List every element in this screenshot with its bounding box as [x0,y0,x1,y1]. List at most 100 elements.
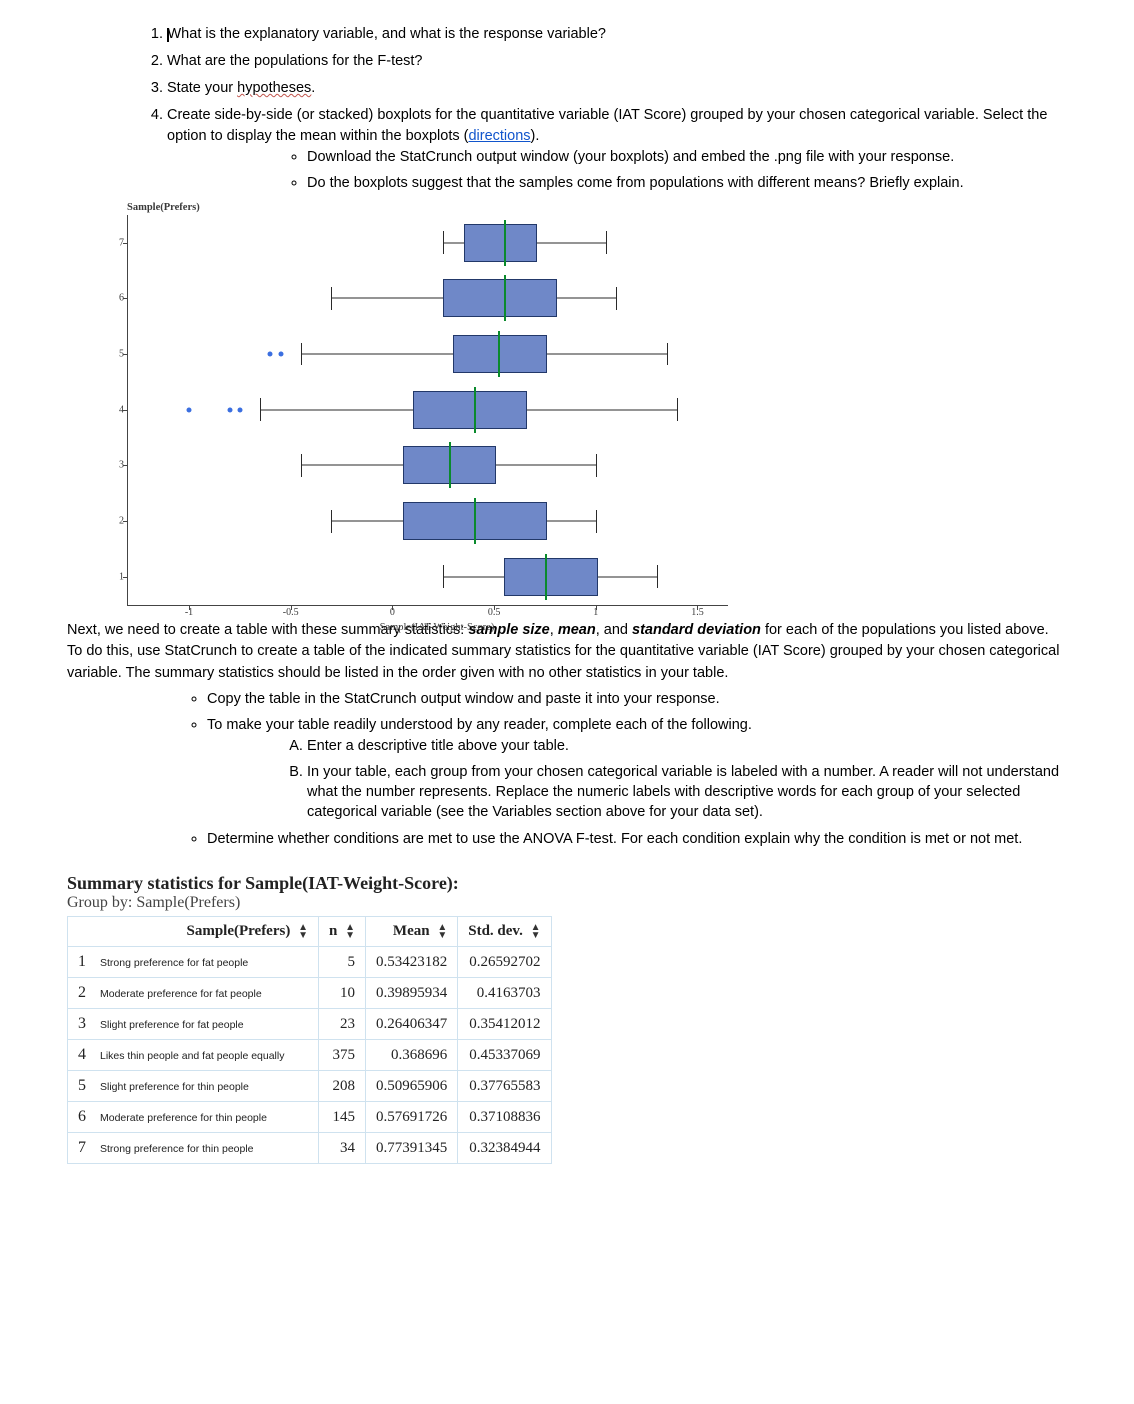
box-row [128,558,728,596]
y-tick: 3 [110,460,124,471]
and: , and [596,622,632,638]
q4-text-a: Create side-by-side (or stacked) boxplot… [167,107,1047,144]
sub-understand: To make your table readily understood by… [207,715,1067,822]
q1: What is the explanatory variable, and wh… [167,24,1067,45]
th-mean[interactable]: Mean [366,917,458,947]
question-list: What is the explanatory variable, and wh… [67,24,1067,194]
q2: What are the populations for the F-test? [167,51,1067,72]
box-row [128,391,728,429]
table-row: 7Strong preference for thin people340.77… [68,1133,552,1164]
y-tick: 6 [110,293,124,304]
cell-mean: 0.368696 [366,1040,458,1071]
outlier-point [278,351,283,356]
box-row [128,279,728,317]
table-row: 5Slight preference for thin people2080.5… [68,1071,552,1102]
sub-conditions: Determine whether conditions are met to … [207,829,1067,849]
cell-sd: 0.4163703 [458,978,551,1009]
cell-sd: 0.35412012 [458,1009,551,1040]
cell-n: 208 [319,1071,366,1102]
q4: Create side-by-side (or stacked) boxplot… [167,105,1067,194]
cell-n: 10 [319,978,366,1009]
alpha-a: Enter a descriptive title above your tab… [307,736,1067,756]
th-n-label: n [329,923,337,939]
th-prefers-label: Sample(Prefers) [186,923,290,939]
chart-xlabel: Sample(IAT-Weight-Score) [380,622,495,633]
sep1: , [550,622,558,638]
after-chart-alphalist: Enter a descriptive title above your tab… [207,736,1067,823]
sort-icon[interactable] [345,924,355,940]
table-row: 4Likes thin people and fat people equall… [68,1040,552,1071]
box-row [128,335,728,373]
box-row [128,446,728,484]
alpha-b: In your table, each group from your chos… [307,762,1067,823]
cell-mean: 0.50965906 [366,1071,458,1102]
summary-table: Sample(Prefers) n Mean Std. dev. 1Strong… [67,916,552,1164]
th-mean-label: Mean [393,923,430,939]
cell-mean: 0.39895934 [366,978,458,1009]
cell-mean: 0.26406347 [366,1009,458,1040]
q1-text: What is the explanatory variable, and wh… [168,26,606,42]
em-stddev: standard deviation [632,622,761,638]
y-tick: 1 [110,571,124,582]
table-row: 2Moderate preference for fat people100.3… [68,978,552,1009]
q3-hypotheses: hypotheses [237,80,311,96]
q4-text-b: ). [531,128,540,144]
cell-mean: 0.77391345 [366,1133,458,1164]
table-row: 6Moderate preference for thin people1450… [68,1102,552,1133]
th-n[interactable]: n [319,917,366,947]
q4-sub2: Do the boxplots suggest that the samples… [307,173,1067,193]
chart-title: Sample(Prefers) [127,202,747,213]
cell-sd: 0.37108836 [458,1102,551,1133]
y-tick: 4 [110,404,124,415]
q3-post: . [311,80,315,96]
th-prefers[interactable]: Sample(Prefers) [68,917,319,947]
outlier-point [227,407,232,412]
cell-name: 6Moderate preference for thin people [68,1102,319,1133]
boxplot-chart: Sample(Prefers) -1-0.500.511.51234567 Sa… [127,202,747,606]
th-sd-label: Std. dev. [468,923,523,939]
outlier-point [237,407,242,412]
sort-icon[interactable] [531,924,541,940]
box-row [128,224,728,262]
outlier-point [187,407,192,412]
cell-sd: 0.45337069 [458,1040,551,1071]
cell-mean: 0.57691726 [366,1102,458,1133]
cell-n: 375 [319,1040,366,1071]
table-title: Summary statistics for Sample(IAT-Weight… [67,873,1067,894]
q4-sublist: Download the StatCrunch output window (y… [167,147,1067,194]
table-row: 1Strong preference for fat people50.5342… [68,947,552,978]
after-chart-paragraph: Next, we need to create a table with the… [67,620,1067,685]
cell-sd: 0.32384944 [458,1133,551,1164]
cell-n: 34 [319,1133,366,1164]
cell-name: 1Strong preference for fat people [68,947,319,978]
cell-n: 23 [319,1009,366,1040]
cell-n: 145 [319,1102,366,1133]
th-sd[interactable]: Std. dev. [458,917,551,947]
cell-name: 2Moderate preference for fat people [68,978,319,1009]
cell-name: 7Strong preference for thin people [68,1133,319,1164]
y-tick: 7 [110,237,124,248]
sub-understand-text: To make your table readily understood by… [207,717,752,733]
table-subtitle: Group by: Sample(Prefers) [67,894,1067,912]
outlier-point [268,351,273,356]
q3: State your hypotheses. [167,78,1067,99]
sort-icon[interactable] [298,924,308,940]
cell-name: 5Slight preference for thin people [68,1071,319,1102]
after-chart-sublist: Copy the table in the StatCrunch output … [67,689,1067,849]
directions-link[interactable]: directions [468,128,530,144]
cell-sd: 0.26592702 [458,947,551,978]
q4-sub1: Download the StatCrunch output window (y… [307,147,1067,167]
cell-n: 5 [319,947,366,978]
box-row [128,502,728,540]
cell-name: 4Likes thin people and fat people equall… [68,1040,319,1071]
sort-icon[interactable] [437,924,447,940]
cell-mean: 0.53423182 [366,947,458,978]
sub-copy: Copy the table in the StatCrunch output … [207,689,1067,709]
y-tick: 2 [110,516,124,527]
cell-sd: 0.37765583 [458,1071,551,1102]
y-tick: 5 [110,348,124,359]
table-row: 3Slight preference for fat people230.264… [68,1009,552,1040]
em-mean: mean [558,622,596,638]
q3-pre: State your [167,80,237,96]
cell-name: 3Slight preference for fat people [68,1009,319,1040]
